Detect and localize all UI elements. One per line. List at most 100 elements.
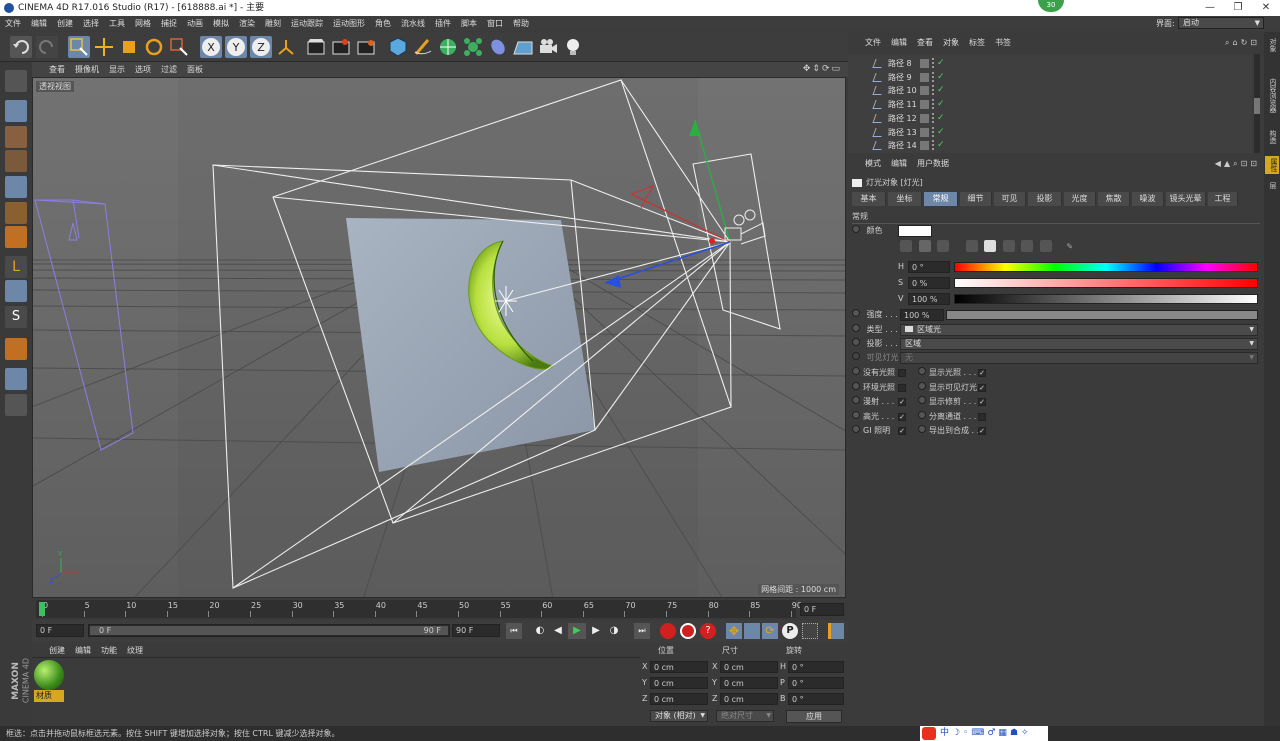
light-icon[interactable] [562, 36, 584, 58]
enabled-check-icon[interactable]: ✓ [937, 112, 945, 125]
next-key-button[interactable]: ◑ [606, 623, 622, 639]
attr-tab[interactable]: 坐标 [888, 192, 922, 206]
z-axis-lock-icon[interactable]: Z [250, 36, 272, 58]
coord-size-field[interactable]: 0 cm [720, 661, 778, 673]
obj-menu-file[interactable]: 文件 [860, 36, 886, 50]
coord-position-field[interactable]: 0 cm [650, 677, 708, 689]
frame-range-slider[interactable]: 0 F 90 F [88, 624, 450, 637]
saturation-field[interactable]: 0 % [908, 277, 950, 289]
scale-tool-icon[interactable] [118, 36, 140, 58]
vp-menu-filter[interactable]: 过滤 [156, 62, 182, 77]
enabled-check-icon[interactable]: ✓ [937, 126, 945, 139]
attr-tab[interactable]: 细节 [960, 192, 992, 206]
timeline[interactable]: 0 5 10 15 20 25 30 35 40 45 50 55 60 65 70 75 80 85 90 0 F [32, 600, 848, 620]
deformer-icon[interactable] [487, 36, 509, 58]
color-anim-radio[interactable] [852, 225, 860, 233]
object-list-item[interactable]: 路径 11 ✓ [848, 98, 1252, 111]
pen-spline-icon[interactable] [412, 36, 434, 58]
value-slider[interactable] [954, 294, 1258, 304]
option-checkbox[interactable]: ✓ [978, 383, 986, 392]
menu-plugins[interactable]: 插件 [430, 16, 456, 31]
menu-pipeline[interactable]: 流水线 [396, 16, 430, 31]
render-view-icon[interactable] [305, 36, 327, 58]
menu-snap[interactable]: 捕捉 [156, 16, 182, 31]
shadow-type-select[interactable]: 区域 ▼ [900, 338, 1258, 350]
redo-button[interactable] [36, 36, 58, 58]
coord-rotation-field[interactable]: 0 ° [788, 693, 844, 705]
camera-icon[interactable] [537, 36, 559, 58]
obj-menu-edit[interactable]: 编辑 [886, 36, 912, 50]
option-checkbox[interactable] [898, 369, 906, 377]
live-select-icon[interactable] [68, 36, 90, 58]
attr-nav-icons[interactable]: ◀▲⌕⊡⊡ [1215, 157, 1260, 171]
coordinate-system-icon[interactable] [275, 36, 297, 58]
points-mode-icon[interactable] [5, 176, 27, 198]
viewport-scene[interactable]: Y X Z [33, 78, 846, 598]
play-button[interactable]: ▶ [568, 623, 586, 639]
object-list-item[interactable]: 路径 13 ✓ [848, 126, 1252, 139]
option-checkbox[interactable]: ✓ [978, 398, 986, 406]
option-anim-radio[interactable] [918, 410, 926, 419]
attr-tab[interactable]: 噪波 [1132, 192, 1164, 206]
menu-window[interactable]: 窗口 [482, 16, 508, 31]
y-axis-lock-icon[interactable]: Y [225, 36, 247, 58]
menu-motion-tracking[interactable]: 运动跟踪 [286, 16, 328, 31]
side-tab-objects[interactable]: 对象 [1266, 38, 1278, 52]
eyedropper-icon[interactable]: ✎ [1066, 242, 1073, 251]
obj-menu-tag[interactable]: 标签 [964, 36, 990, 50]
option-checkbox[interactable]: ✓ [898, 412, 906, 421]
visibility-dots-icon[interactable] [932, 126, 935, 137]
attr-tab[interactable]: 可见 [994, 192, 1026, 206]
material-swatch[interactable]: 材质 [34, 660, 64, 704]
key-scale-icon[interactable] [744, 623, 760, 639]
render-picture-viewer-icon[interactable] [330, 36, 352, 58]
value-field[interactable]: 100 % [908, 293, 950, 305]
undo-button[interactable] [10, 36, 32, 58]
rgb-mode-icon[interactable] [965, 240, 978, 252]
key-parameter-icon[interactable]: P [782, 623, 798, 639]
object-list-item[interactable]: 路径 8 ✓ [848, 57, 1252, 70]
enabled-check-icon[interactable]: ✓ [937, 57, 945, 70]
edges-mode-icon[interactable] [5, 202, 27, 224]
menu-animate[interactable]: 动画 [182, 16, 208, 31]
mixer-icon[interactable] [1021, 240, 1034, 252]
magnet-icon[interactable] [5, 338, 27, 360]
enabled-check-icon[interactable]: ✓ [937, 71, 945, 84]
menu-help[interactable]: 帮助 [508, 16, 534, 31]
attr-tab[interactable]: 基本 [852, 192, 886, 206]
menu-simulate[interactable]: 模拟 [208, 16, 234, 31]
polygons-mode-icon[interactable] [5, 226, 27, 248]
option-checkbox[interactable]: ✓ [898, 427, 906, 435]
spectrum-icon[interactable] [918, 240, 931, 252]
snap-icon[interactable]: S [5, 306, 27, 328]
texture-mode-icon[interactable] [5, 126, 27, 148]
side-tab-layers[interactable]: 层 [1266, 182, 1278, 189]
layout-select[interactable]: 启动 ▼ [1178, 17, 1264, 29]
go-end-button[interactable]: ⏭ [634, 623, 650, 639]
menu-select[interactable]: 选择 [78, 16, 104, 31]
menu-script[interactable]: 脚本 [456, 16, 482, 31]
layer-visibility-icon[interactable] [920, 100, 929, 110]
attr-tab[interactable]: 常规 [924, 192, 958, 206]
enabled-check-icon[interactable]: ✓ [937, 84, 945, 97]
next-frame-button[interactable]: ▶ [588, 623, 604, 639]
current-frame-field[interactable]: 0 F [800, 603, 844, 616]
sogou-ime-icon[interactable] [922, 727, 936, 740]
menu-sculpt[interactable]: 雕刻 [260, 16, 286, 31]
side-tab-structure[interactable]: 构造 [1266, 130, 1278, 144]
rotate-tool-icon[interactable] [143, 36, 165, 58]
menu-render[interactable]: 渲染 [234, 16, 260, 31]
size-mode-select[interactable]: 绝对尺寸 ▼ [716, 710, 774, 722]
menu-file[interactable]: 文件 [0, 16, 26, 31]
option-anim-radio[interactable] [852, 396, 860, 404]
enabled-check-icon[interactable]: ✓ [937, 139, 945, 152]
option-anim-radio[interactable] [852, 367, 860, 375]
visibility-dots-icon[interactable] [932, 112, 935, 123]
option-anim-radio[interactable] [852, 410, 860, 419]
color-picker-modes[interactable]: ✎ [900, 240, 1080, 252]
planar-workplane-icon[interactable] [5, 394, 27, 416]
intensity-field[interactable]: 100 % [900, 309, 944, 321]
visibility-dots-icon[interactable] [932, 140, 935, 151]
prev-frame-button[interactable]: ◀ [550, 623, 566, 639]
option-checkbox[interactable] [978, 412, 986, 421]
